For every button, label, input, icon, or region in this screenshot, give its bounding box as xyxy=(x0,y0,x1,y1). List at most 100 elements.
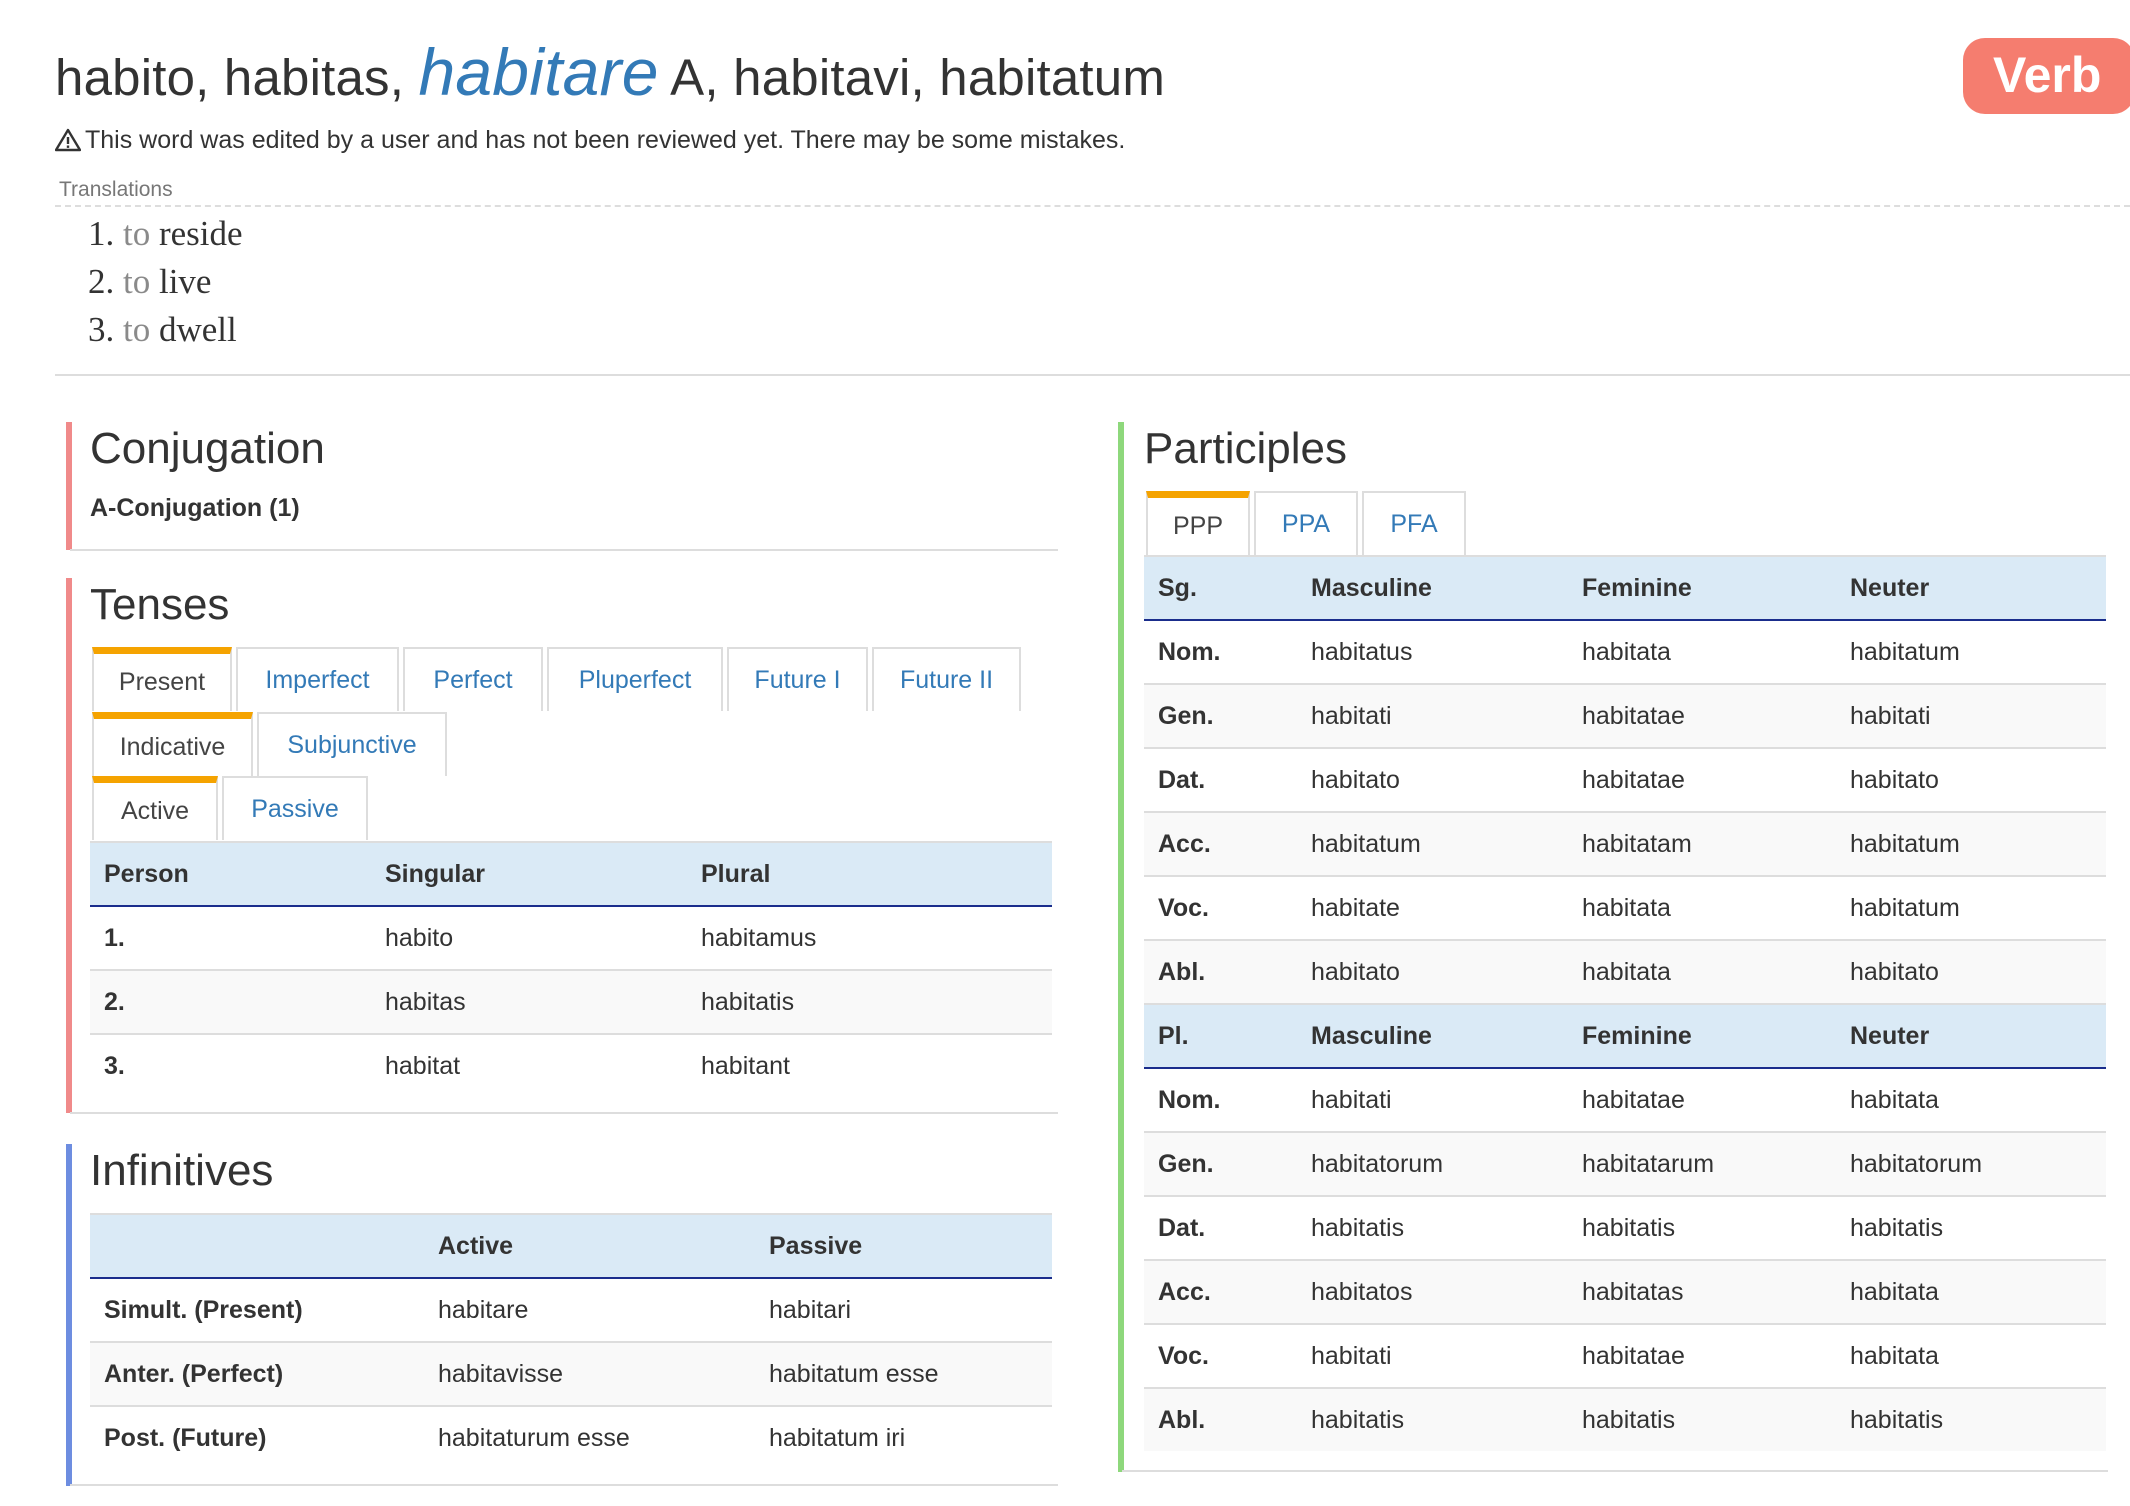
conjugation-title: Conjugation xyxy=(90,424,325,473)
translation-word: live xyxy=(158,262,212,301)
tab-mood-indicative[interactable]: Indicative xyxy=(92,712,253,776)
table-cell: habitata xyxy=(1836,1067,2106,1132)
column-header: Sg. xyxy=(1144,555,1297,621)
review-warning: This word was edited by a user and has n… xyxy=(54,126,1126,155)
conjugation-value: A-Conjugation (1) xyxy=(90,494,300,522)
tab-participle-ppp[interactable]: PPP xyxy=(1146,491,1250,555)
table-row: 2. habitas habitatis xyxy=(90,969,1052,1034)
translations-divider xyxy=(55,205,2130,207)
translation-word: reside xyxy=(158,214,243,253)
table-cell: Simult. (Present) xyxy=(90,1277,424,1342)
table-cell: habitavisse xyxy=(424,1341,755,1406)
column-header xyxy=(90,1213,424,1279)
table-cell: Voc. xyxy=(1144,875,1297,940)
table-cell: Acc. xyxy=(1144,1259,1297,1324)
tenses-bottom-rule xyxy=(70,1112,1058,1114)
table-cell: habitata xyxy=(1568,875,1836,940)
table-cell: habitatum xyxy=(1297,811,1568,876)
tab-tense-future-ii[interactable]: Future II xyxy=(872,647,1021,711)
table-cell: habitari xyxy=(755,1277,1052,1342)
table-cell: habitamus xyxy=(687,905,1052,970)
column-header: Neuter xyxy=(1836,1003,2106,1069)
table-cell: habitaturum esse xyxy=(424,1405,755,1469)
tab-tense-pluperfect[interactable]: Pluperfect xyxy=(547,647,723,711)
tab-voice-passive[interactable]: Passive xyxy=(222,776,368,840)
tenses-section xyxy=(66,578,72,1113)
participle-tabs: PPP PPA PFA xyxy=(1146,491,1470,555)
headword: habito, habitas, habitare A, habitavi, h… xyxy=(55,35,1165,109)
table-cell: habitatae xyxy=(1568,683,1836,748)
table-row: Abl. habitato habitata habitato xyxy=(1144,939,2106,1004)
table-row: 1. habito habitamus xyxy=(90,905,1052,970)
table-cell: Dat. xyxy=(1144,1195,1297,1260)
table-cell: habitatae xyxy=(1568,1323,1836,1388)
table-header-row: Person Singular Plural xyxy=(90,841,1052,907)
headword-forms-before: habito, habitas, xyxy=(55,49,405,106)
table-row: 3. habitat habitant xyxy=(90,1033,1052,1097)
conjugation-section xyxy=(66,422,72,550)
tab-tense-imperfect[interactable]: Imperfect xyxy=(236,647,399,711)
tab-mood-subjunctive[interactable]: Subjunctive xyxy=(257,712,447,776)
column-header: Person xyxy=(90,841,371,907)
tab-tense-perfect[interactable]: Perfect xyxy=(403,647,543,711)
table-cell: Dat. xyxy=(1144,747,1297,812)
header-divider xyxy=(55,374,2130,376)
part-of-speech-badge: Verb xyxy=(1963,38,2130,114)
table-cell: habitatus xyxy=(1297,619,1568,684)
table-row: Gen. habitati habitatae habitati xyxy=(1144,683,2106,748)
tenses-title: Tenses xyxy=(90,580,230,629)
voice-tabs: Active Passive xyxy=(92,776,372,840)
table-cell: habitant xyxy=(687,1033,1052,1097)
warning-icon xyxy=(54,128,82,152)
table-cell: habitat xyxy=(371,1033,687,1097)
translation-number: 3. xyxy=(88,310,123,349)
translation-number: 2. xyxy=(88,262,123,301)
table-cell: habitatis xyxy=(1297,1195,1568,1260)
conjugation-bottom-rule xyxy=(70,549,1058,551)
table-row: Nom. habitati habitatae habitata xyxy=(1144,1067,2106,1132)
table-row: Dat. habitato habitatae habitato xyxy=(1144,747,2106,812)
translation-to: to xyxy=(123,262,159,301)
table-cell: habitare xyxy=(424,1277,755,1342)
table-cell: habitas xyxy=(371,969,687,1034)
tab-participle-ppa[interactable]: PPA xyxy=(1254,491,1358,555)
table-cell: 3. xyxy=(90,1033,371,1097)
column-header: Singular xyxy=(371,841,687,907)
table-header-row: Active Passive xyxy=(90,1213,1052,1279)
table-cell: habitatis xyxy=(1297,1387,1568,1451)
table-cell: habitati xyxy=(1297,1067,1568,1132)
plural-header-row: Pl. Masculine Feminine Neuter xyxy=(1144,1003,2106,1069)
translation-to: to xyxy=(123,310,159,349)
participles-section xyxy=(1118,422,1124,1472)
infinitives-bottom-rule xyxy=(70,1484,1058,1486)
table-cell: habitata xyxy=(1568,619,1836,684)
table-cell: habitato xyxy=(1297,747,1568,812)
tab-participle-pfa[interactable]: PFA xyxy=(1362,491,1466,555)
warning-text: This word was edited by a user and has n… xyxy=(85,126,1126,154)
table-row: Acc. habitatos habitatas habitata xyxy=(1144,1259,2106,1324)
translation-item: 3. to dwell xyxy=(88,306,243,354)
table-cell: habitatorum xyxy=(1836,1131,2106,1196)
table-cell: habitatum xyxy=(1836,875,2106,940)
table-cell: habitata xyxy=(1836,1259,2106,1324)
table-cell: habitatis xyxy=(687,969,1052,1034)
table-row: Nom. habitatus habitata habitatum xyxy=(1144,619,2106,684)
table-row: Voc. habitati habitatae habitata xyxy=(1144,1323,2106,1388)
table-row: Dat. habitatis habitatis habitatis xyxy=(1144,1195,2106,1260)
translation-word: dwell xyxy=(158,310,237,349)
participles-title: Participles xyxy=(1144,424,1347,473)
table-cell: habitatam xyxy=(1568,811,1836,876)
infinitives-title: Infinitives xyxy=(90,1146,274,1195)
infinitives-section xyxy=(66,1144,72,1486)
table-cell: 1. xyxy=(90,905,371,970)
table-row: Gen. habitatorum habitatarum habitatorum xyxy=(1144,1131,2106,1196)
singular-header-row: Sg. Masculine Feminine Neuter xyxy=(1144,555,2106,621)
table-cell: 2. xyxy=(90,969,371,1034)
tab-tense-future-i[interactable]: Future I xyxy=(727,647,868,711)
tab-tense-present[interactable]: Present xyxy=(92,647,232,711)
table-cell: habitati xyxy=(1836,683,2106,748)
table-cell: habitato xyxy=(1836,747,2106,812)
table-cell: habitato xyxy=(1297,939,1568,1004)
tab-voice-active[interactable]: Active xyxy=(92,776,218,840)
table-cell: Acc. xyxy=(1144,811,1297,876)
